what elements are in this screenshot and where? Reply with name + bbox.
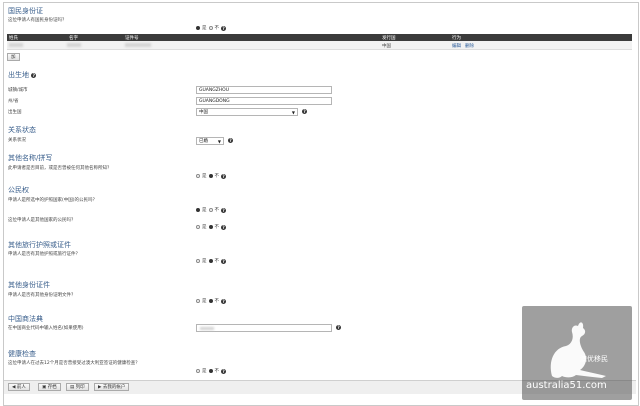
birth-country-label: 出生国 bbox=[8, 110, 22, 115]
relationship-label: 关系状况 bbox=[8, 138, 26, 143]
other-passports-yes-radio[interactable] bbox=[196, 259, 200, 263]
other-names-yes-radio[interactable] bbox=[196, 174, 200, 178]
section-title-citizenship: 公民权 bbox=[8, 186, 29, 194]
health-radio-group: 是 不 ? bbox=[196, 368, 226, 374]
help-icon[interactable]: ? bbox=[221, 368, 226, 374]
citizenship-2-radio-group: 是 不 ? bbox=[196, 224, 226, 230]
province-label: 州/省 bbox=[8, 99, 19, 104]
watermark-logo: 澳优移民 australia51.com bbox=[522, 306, 632, 400]
other-names-no-radio[interactable] bbox=[208, 174, 213, 178]
section-title-health: 健康检查 bbox=[8, 350, 36, 358]
save-button[interactable]: ▣ 存档 bbox=[38, 383, 61, 391]
section-title-relationship: 关系状态 bbox=[8, 126, 36, 134]
health-yes-radio[interactable] bbox=[196, 369, 200, 373]
help-icon[interactable]: ? bbox=[221, 25, 226, 31]
birth-country-select[interactable]: 中国 ▼ bbox=[196, 108, 298, 116]
help-icon[interactable]: ? bbox=[221, 173, 226, 179]
national-id-no-radio[interactable] bbox=[208, 26, 213, 30]
chinese-code-input[interactable] bbox=[196, 324, 332, 332]
citizenship-question-2: 这位申请人是其他国家的公民吗？ bbox=[8, 218, 76, 223]
redacted-surname bbox=[9, 43, 23, 47]
city-input[interactable]: GUANGZHOU bbox=[196, 86, 332, 94]
section-title-national-id: 国民身份证 bbox=[8, 7, 43, 15]
section-title-birthplace: 出生地 ? bbox=[8, 71, 37, 79]
other-passports-question: 申请人是否有其他护照或旅行证件？ bbox=[8, 252, 80, 257]
national-id-yes-radio[interactable] bbox=[196, 26, 200, 30]
watermark-text-cn: 澳优移民 bbox=[580, 355, 608, 363]
help-icon[interactable]: ? bbox=[221, 258, 226, 264]
province-input[interactable]: GUANGDONG bbox=[196, 97, 332, 105]
chevron-down-icon: ▼ bbox=[217, 139, 221, 144]
section-title-chinese-code: 中国商法典 bbox=[8, 315, 43, 323]
previous-button[interactable]: ◀ 前人 bbox=[8, 383, 30, 391]
redacted-number bbox=[125, 43, 151, 47]
city-label: 城镇/城市 bbox=[8, 88, 28, 93]
redacted-given-name bbox=[67, 43, 81, 47]
other-passports-no-radio[interactable] bbox=[208, 259, 213, 263]
section-title-other-id: 其他身份证件 bbox=[8, 281, 50, 289]
chinese-code-label: 在中国商业代码中输入姓名(如果使用) bbox=[8, 326, 84, 331]
relationship-select[interactable]: 已婚 ▼ bbox=[196, 137, 224, 145]
citizenship-2-no-radio[interactable] bbox=[208, 225, 213, 229]
section-title-other-names: 其他名称/拼写 bbox=[8, 154, 53, 162]
citizenship-1-yes-radio[interactable] bbox=[196, 208, 200, 212]
national-id-question: 这位申请人有国民身份证吗？ bbox=[8, 18, 67, 23]
row-country: 中国 bbox=[382, 44, 391, 49]
delete-link[interactable]: 删除 bbox=[465, 44, 474, 49]
go-to-account-button[interactable]: ▶ 去我的帐户 bbox=[94, 383, 130, 391]
citizenship-2-yes-radio[interactable] bbox=[196, 225, 200, 229]
other-id-radio-group: 是 不 ? bbox=[196, 298, 226, 304]
citizenship-1-radio-group: 是 不 ? bbox=[196, 207, 226, 213]
chevron-down-icon: ▼ bbox=[291, 110, 295, 115]
help-icon[interactable]: ? bbox=[221, 298, 226, 304]
help-icon[interactable]: ? bbox=[31, 72, 37, 78]
other-id-no-radio[interactable] bbox=[208, 299, 213, 303]
print-button[interactable]: ▤ 列印 bbox=[66, 383, 89, 391]
section-title-other-passports: 其他旅行护照或证件 bbox=[8, 241, 71, 249]
other-id-question: 申请人是否有其他身份证明文件？ bbox=[8, 293, 76, 298]
citizenship-1-no-radio[interactable] bbox=[208, 208, 213, 212]
add-national-id-button[interactable]: 加 bbox=[7, 53, 20, 61]
other-id-yes-radio[interactable] bbox=[196, 299, 200, 303]
other-names-question: 此申请者是否目前，或是否曾被任何其他名称所知？ bbox=[8, 166, 112, 171]
other-passports-radio-group: 是 不 ? bbox=[196, 258, 226, 264]
help-icon[interactable]: ? bbox=[302, 109, 307, 114]
table-row: 中国 编辑 删除 bbox=[7, 41, 632, 50]
redacted-code bbox=[200, 327, 214, 330]
health-question: 这位申请人在过去12个月是否曾接受过澳大利亚签证的健康检查？ bbox=[8, 361, 140, 366]
help-icon[interactable]: ? bbox=[221, 224, 226, 230]
national-id-table-header: 姓氏 名字 证件号 发行国 行为 bbox=[7, 34, 632, 41]
watermark-text-url: australia51.com bbox=[526, 380, 607, 391]
health-no-radio[interactable] bbox=[208, 369, 213, 373]
help-icon[interactable]: ? bbox=[221, 207, 226, 213]
national-id-radio-group: 是 不 ? bbox=[196, 25, 226, 31]
citizenship-question-1: 申请人是所选中的护照国家(中国)的公民吗？ bbox=[8, 198, 98, 203]
other-names-radio-group: 是 不 ? bbox=[196, 173, 226, 179]
help-icon[interactable]: ? bbox=[228, 138, 233, 143]
help-icon[interactable]: ? bbox=[336, 325, 341, 330]
edit-link[interactable]: 编辑 bbox=[452, 44, 461, 49]
